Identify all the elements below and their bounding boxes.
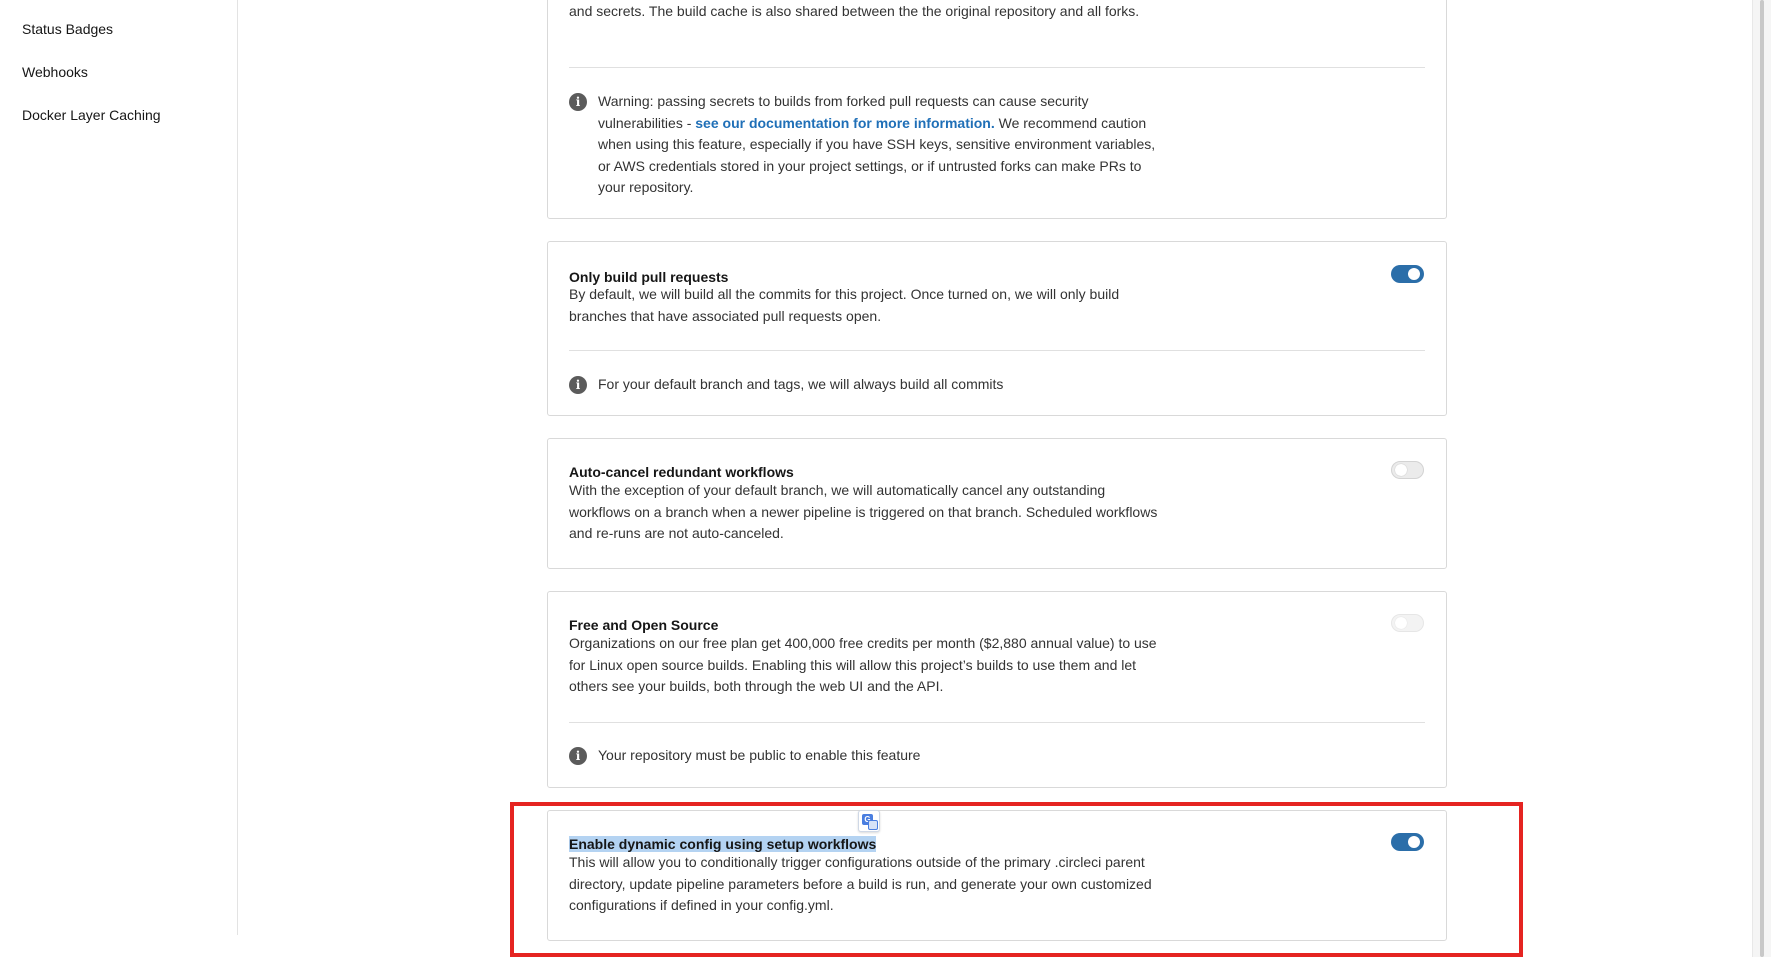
app-root: Status Badges Webhooks Docker Layer Cach… xyxy=(0,0,1771,957)
only-build-pr-toggle[interactable] xyxy=(1391,265,1424,283)
translate-glyph-back xyxy=(868,820,878,830)
auto-cancel-toggle[interactable] xyxy=(1391,461,1424,479)
setting-title: Auto-cancel redundant workflows xyxy=(569,464,794,480)
note-text: Your repository must be public to enable… xyxy=(598,747,921,763)
divider xyxy=(569,350,1425,351)
documentation-link[interactable]: see our documentation for more informati… xyxy=(695,115,994,131)
sidebar-item-docker-layer-caching[interactable]: Docker Layer Caching xyxy=(22,106,161,124)
toggle-knob xyxy=(1395,617,1407,629)
setting-title: Enable dynamic config using setup workfl… xyxy=(569,835,877,853)
info-icon: i xyxy=(569,747,587,765)
setting-description: This will allow you to conditionally tri… xyxy=(569,854,1152,913)
toggle-knob xyxy=(1408,836,1420,848)
setting-description: Organizations on our free plan get 400,0… xyxy=(569,635,1157,694)
sidebar: Status Badges Webhooks Docker Layer Cach… xyxy=(0,0,238,935)
note-text: For your default branch and tags, we wil… xyxy=(598,376,1004,392)
scrollbar-thumb[interactable] xyxy=(1760,0,1764,957)
free-open-source-toggle[interactable] xyxy=(1391,614,1424,632)
divider xyxy=(569,722,1425,723)
setting-description: With the exception of your default branc… xyxy=(569,482,1158,541)
divider xyxy=(569,67,1425,68)
toggle-knob xyxy=(1408,268,1420,280)
info-icon: i xyxy=(569,376,587,394)
setting-description: By default, we will build all the commit… xyxy=(569,286,1120,324)
sidebar-item-webhooks[interactable]: Webhooks xyxy=(22,63,88,81)
card-free-and-open-source: Free and Open Source Organizations on ou… xyxy=(547,591,1447,788)
card-enable-dynamic-config: Enable dynamic config using setup workfl… xyxy=(547,810,1447,941)
setting-title: Free and Open Source xyxy=(569,617,719,633)
card-only-build-pull-requests: Only build pull requests By default, we … xyxy=(547,241,1447,416)
selected-text: Enable dynamic config using setup workfl… xyxy=(569,836,877,852)
card-description: and secrets. The build cache is also sha… xyxy=(569,3,1140,19)
dynamic-config-toggle[interactable] xyxy=(1391,833,1424,851)
card-auto-cancel-redundant-workflows: Auto-cancel redundant workflows With the… xyxy=(547,438,1447,569)
card-pass-secrets-forked: and secrets. The build cache is also sha… xyxy=(547,0,1447,219)
translate-icon[interactable]: G xyxy=(858,810,880,832)
info-icon: i xyxy=(569,93,587,111)
toggle-knob xyxy=(1395,464,1407,476)
sidebar-item-status-badges[interactable]: Status Badges xyxy=(22,20,113,38)
